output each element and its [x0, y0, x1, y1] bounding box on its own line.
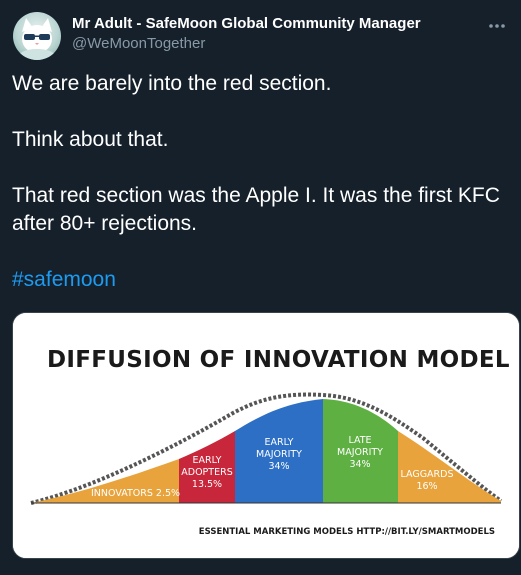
- label-innovators: INNOVATORS 2.5%: [91, 488, 180, 499]
- tweet-text: We are barely into the red section. Thin…: [12, 70, 507, 294]
- label-early-majority: 34%: [268, 461, 289, 472]
- cat-avatar-icon: [17, 18, 57, 60]
- label-early-adopters: EARLY: [193, 455, 222, 466]
- label-early-majority: MAJORITY: [256, 449, 302, 460]
- user-info: Mr Adult - SafeMoon Global Community Man…: [72, 14, 421, 54]
- label-late-majority: MAJORITY: [337, 447, 383, 458]
- more-options-button[interactable]: [483, 12, 511, 40]
- label-early-adopters: 13.5%: [192, 479, 222, 490]
- display-name[interactable]: Mr Adult - SafeMoon Global Community Man…: [72, 14, 421, 34]
- label-late-majority: LATE: [348, 435, 371, 446]
- diffusion-model-graphic: DIFFUSION OF INNOVATION MODEL INNOVATORS…: [13, 313, 519, 558]
- tweet-text-line: We are barely into the red section.: [12, 72, 332, 95]
- label-laggards: LAGGARDS: [400, 469, 453, 480]
- avatar[interactable]: [13, 12, 61, 60]
- label-laggards: 16%: [416, 481, 437, 492]
- more-horizontal-icon: [489, 24, 505, 28]
- tweet: Mr Adult - SafeMoon Global Community Man…: [0, 0, 521, 575]
- tweet-media-image[interactable]: DIFFUSION OF INNOVATION MODEL INNOVATORS…: [12, 312, 520, 559]
- hashtag-link[interactable]: #safemoon: [12, 268, 116, 291]
- media-title: DIFFUSION OF INNOVATION MODEL: [47, 347, 510, 373]
- media-footer: ESSENTIAL MARKETING MODELS HTTP://BIT.LY…: [199, 527, 495, 537]
- label-early-majority: EARLY: [265, 437, 294, 448]
- label-late-majority: 34%: [349, 459, 370, 470]
- user-handle[interactable]: @WeMoonTogether: [72, 34, 421, 54]
- label-early-adopters: ADOPTERS: [181, 467, 232, 478]
- tweet-text-line: Think about that.: [12, 128, 169, 151]
- tweet-text-line: That red section was the Apple I. It was…: [12, 184, 500, 235]
